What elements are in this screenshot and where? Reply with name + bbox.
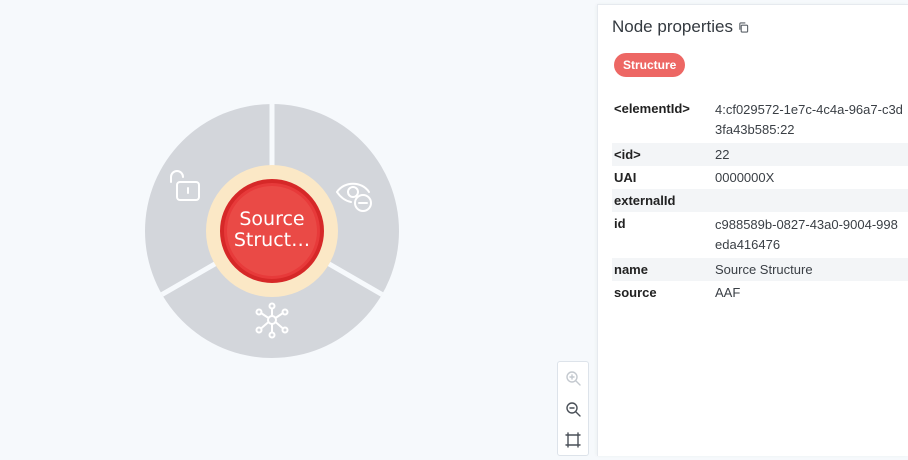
property-key: source bbox=[614, 285, 657, 300]
property-row: <id> 22 bbox=[612, 143, 908, 166]
property-value: AAF bbox=[715, 285, 741, 300]
property-row: UAI 0000000X bbox=[612, 166, 908, 189]
property-key: UAI bbox=[614, 170, 637, 185]
zoom-out-icon bbox=[566, 401, 581, 417]
zoom-out-button[interactable] bbox=[561, 397, 585, 421]
property-row: id c988589b-0827-43a0-9004-998eda416476 bbox=[612, 212, 908, 258]
graph-canvas[interactable]: Source Struct… bbox=[0, 0, 596, 460]
copy-icon[interactable] bbox=[738, 21, 749, 33]
property-value bbox=[715, 189, 908, 212]
panel-title: Node properties bbox=[612, 17, 749, 37]
property-row: source AAF bbox=[612, 281, 908, 304]
property-key: externalId bbox=[612, 189, 715, 212]
label-chip-structure[interactable]: Structure bbox=[614, 53, 686, 77]
property-key: id bbox=[614, 216, 626, 231]
node-properties-panel: Node properties Structure <elementId> 4:c… bbox=[597, 4, 908, 456]
property-value: Source Structure bbox=[715, 258, 908, 281]
property-key: <elementId> bbox=[614, 101, 690, 116]
property-row: <elementId> 4:cf029572-1e7c-4c4a-96a7-c3d… bbox=[612, 97, 908, 143]
fit-to-screen-icon bbox=[565, 431, 581, 448]
property-value: 4:cf029572-1e7c-4c4a-96a7-c3d3fa43b585:2… bbox=[715, 102, 903, 137]
property-row: name Source Structure bbox=[612, 258, 908, 281]
property-value: c988589b-0827-43a0-9004-998eda416476 bbox=[715, 217, 898, 252]
property-key: <id> bbox=[612, 143, 715, 166]
property-key: name bbox=[612, 258, 715, 281]
node-context-menu[interactable] bbox=[145, 104, 399, 358]
zoom-in-button[interactable] bbox=[561, 366, 585, 390]
radial-menu-graphic bbox=[145, 104, 399, 358]
properties-table: <elementId> 4:cf029572-1e7c-4c4a-96a7-c3d… bbox=[612, 97, 908, 304]
property-value: 0000000X bbox=[715, 170, 775, 185]
property-row: externalId bbox=[612, 189, 908, 212]
graph-node-fill bbox=[227, 186, 317, 276]
fit-to-screen-button[interactable] bbox=[561, 428, 585, 452]
property-value: 22 bbox=[715, 143, 908, 166]
zoom-controls bbox=[557, 361, 589, 456]
zoom-in-icon bbox=[566, 370, 581, 386]
panel-title-text: Node properties bbox=[612, 17, 733, 36]
